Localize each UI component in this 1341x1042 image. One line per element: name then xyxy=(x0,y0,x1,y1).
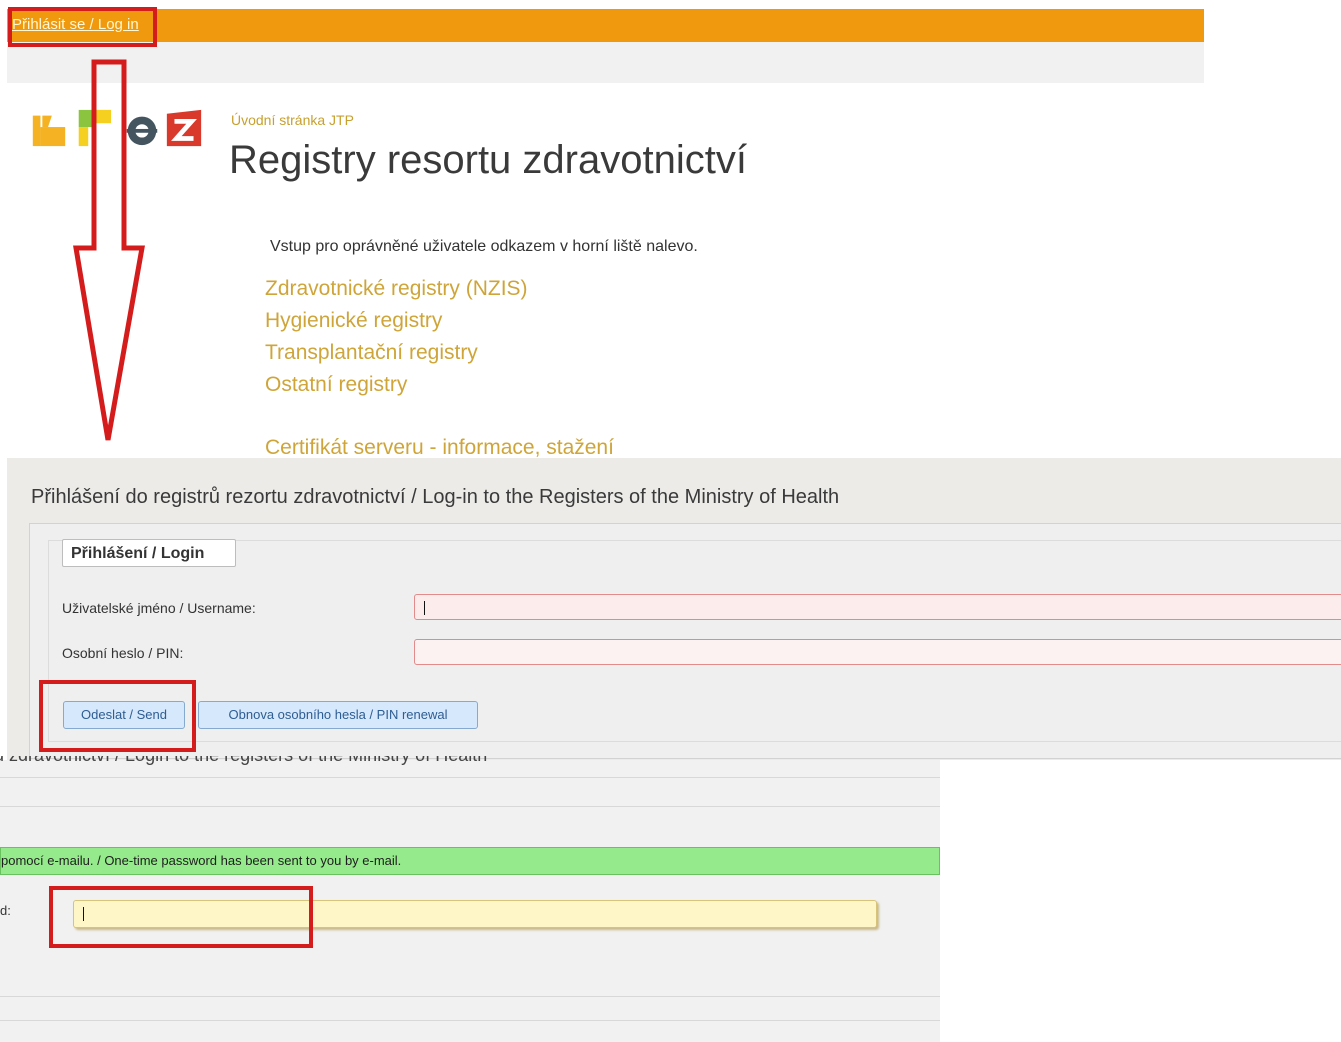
link-hygiene-registries[interactable]: Hygienické registry xyxy=(265,309,442,333)
secondary-bar xyxy=(7,42,1204,83)
link-server-certificate[interactable]: Certifikát serveru - informace, stažení xyxy=(265,436,614,460)
username-input[interactable] xyxy=(414,594,1341,620)
link-other-registries[interactable]: Ostatní registry xyxy=(265,373,407,397)
annotation-send-button xyxy=(39,680,196,752)
link-transplant-registries[interactable]: Transplantační registry xyxy=(265,341,478,365)
divider xyxy=(0,996,940,997)
otp-success-message: pomocí e-mailu. / One-time password has … xyxy=(0,847,940,875)
login-legend: Přihlášení / Login xyxy=(62,539,236,567)
pin-input[interactable] xyxy=(414,639,1341,665)
text-cursor xyxy=(424,601,425,615)
divider xyxy=(0,1020,940,1021)
down-arrow-annotation-icon xyxy=(73,59,145,441)
annotation-login-link xyxy=(8,7,157,47)
link-health-registries[interactable]: Zdravotnické registry (NZIS) xyxy=(265,277,528,301)
page-title: Registry resortu zdravotnictví xyxy=(229,138,747,182)
intro-text: Vstup pro oprávněné uživatele odkazem v … xyxy=(270,238,698,255)
annotation-otp-input xyxy=(49,886,313,948)
otp-field-label: d: xyxy=(0,903,11,918)
divider xyxy=(0,777,940,778)
divider xyxy=(0,806,940,807)
pin-label: Osobní heslo / PIN: xyxy=(62,645,184,661)
pin-renewal-button[interactable]: Obnova osobního hesla / PIN renewal xyxy=(198,701,478,729)
breadcrumb-home[interactable]: Úvodní stránka JTP xyxy=(231,112,354,128)
login-title: Přihlášení do registrů rezortu zdravotni… xyxy=(31,486,840,508)
username-label: Uživatelské jméno / Username: xyxy=(62,600,256,616)
top-bar xyxy=(7,9,1204,42)
